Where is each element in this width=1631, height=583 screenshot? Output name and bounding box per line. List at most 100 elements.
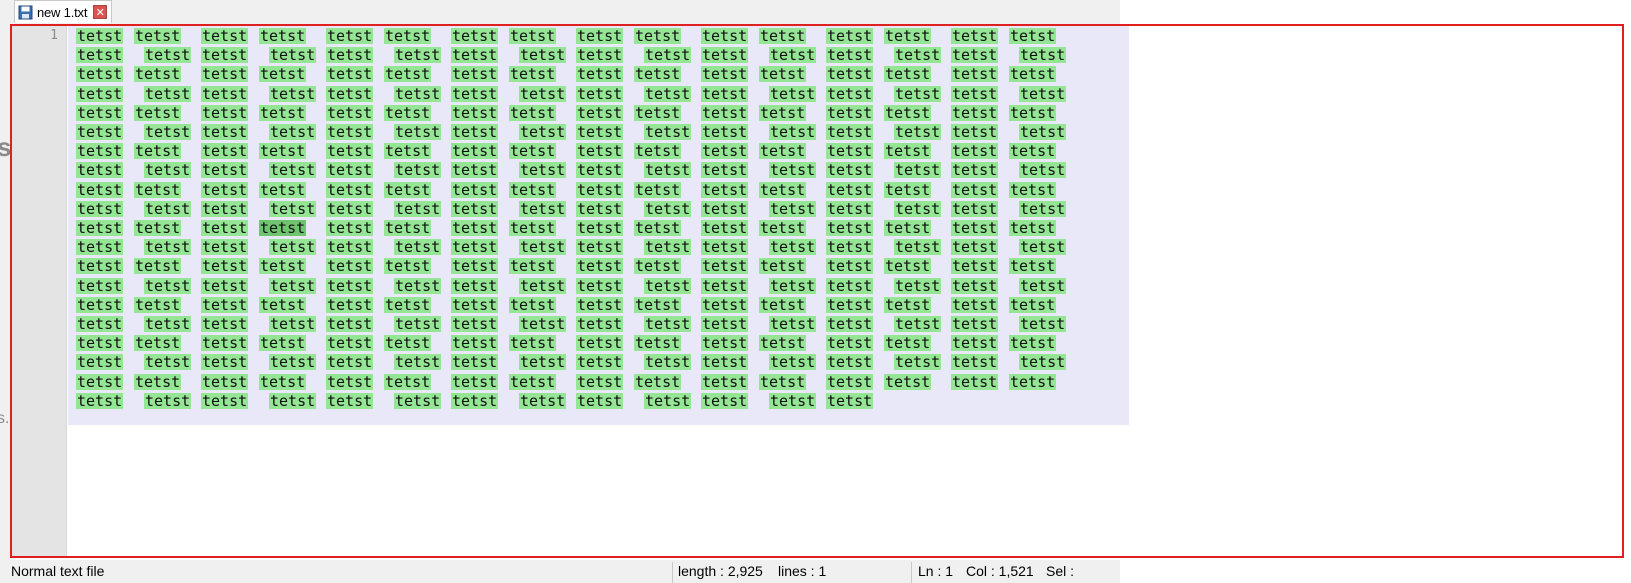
highlighted-word: tetst	[894, 238, 942, 257]
highlighted-word: tetst	[326, 142, 374, 161]
highlighted-word: tetst	[326, 334, 374, 353]
highlighted-word: tetst	[384, 372, 432, 391]
tab-title: new 1.txt	[37, 4, 88, 20]
highlighted-word: tetst	[701, 334, 749, 353]
highlighted-word: tetst	[826, 65, 874, 84]
selected-text-area[interactable]: tetst tetst tetst tetst tetst tetst tetst tetst…	[68, 25, 1129, 425]
highlighted-word: tetst	[144, 238, 192, 257]
highlighted-word: tetst	[644, 391, 692, 410]
highlighted-word: tetst	[259, 142, 307, 161]
highlighted-word: tetst	[759, 372, 807, 391]
highlighted-word: tetst	[1009, 103, 1057, 122]
highlighted-word: tetst	[326, 276, 374, 295]
highlighted-word: tetst	[894, 161, 942, 180]
highlighted-word: tetst	[576, 372, 624, 391]
highlighted-word: tetst	[1009, 372, 1057, 391]
highlighted-word: tetst	[326, 391, 374, 410]
highlighted-word: tetst	[134, 219, 182, 237]
highlighted-word: tetst	[451, 391, 499, 410]
highlighted-word: tetst	[1009, 219, 1057, 237]
status-divider	[911, 562, 912, 583]
highlighted-word: tetst	[701, 161, 749, 180]
highlighted-word: tetst	[519, 276, 567, 295]
highlighted-word: tetst	[394, 315, 442, 333]
highlighted-word: tetst	[634, 372, 682, 391]
highlighted-word: tetst	[509, 295, 557, 314]
highlighted-word: tetst	[769, 46, 817, 65]
highlighted-word: tetst	[201, 295, 249, 314]
highlighted-word: tetst	[384, 142, 432, 161]
highlighted-word: tetst	[509, 180, 557, 199]
highlighted-word: tetst	[701, 27, 749, 45]
highlighted-word: tetst	[951, 123, 999, 141]
highlighted-word: tetst	[201, 238, 249, 257]
highlighted-word: tetst	[826, 123, 874, 141]
background-window-edge: s i s.	[0, 0, 10, 583]
highlighted-word: tetst	[894, 276, 942, 295]
highlighted-word: tetst	[884, 334, 932, 353]
highlighted-word: tetst	[144, 84, 192, 103]
highlighted-word: tetst	[451, 257, 499, 276]
highlighted-word: tetst	[644, 199, 692, 218]
highlighted-word: tetst	[326, 27, 374, 45]
highlighted-word: tetst	[759, 334, 807, 353]
highlighted-word: tetst	[576, 295, 624, 314]
highlighted-word: tetst	[201, 161, 249, 180]
highlighted-word: tetst	[451, 238, 499, 257]
highlighted-word: tetst	[326, 257, 374, 276]
highlighted-word: tetst	[394, 84, 442, 103]
highlighted-word: tetst	[201, 103, 249, 122]
highlighted-word: tetst	[259, 257, 307, 276]
highlighted-word: tetst	[519, 391, 567, 410]
highlighted-word: tetst	[759, 65, 807, 84]
highlighted-word: tetst	[769, 276, 817, 295]
highlighted-word: tetst	[894, 315, 942, 333]
highlighted-word: tetst	[951, 46, 999, 65]
line-number-gutter[interactable]: 1	[11, 25, 67, 558]
highlighted-word: tetst	[826, 199, 874, 218]
highlighted-word: tetst	[701, 84, 749, 103]
status-lines: lines : 1	[778, 563, 827, 579]
highlighted-word: tetst	[826, 372, 874, 391]
highlighted-word: tetst	[201, 84, 249, 103]
highlighted-word: tetst	[76, 65, 124, 84]
highlighted-word: tetst	[269, 84, 317, 103]
tab-new-1[interactable]: new 1.txt ✕	[14, 0, 112, 23]
highlighted-word: tetst	[769, 238, 817, 257]
highlighted-word: tetst	[951, 142, 999, 161]
background-text: s.	[0, 410, 10, 427]
highlighted-word: tetst	[451, 199, 499, 218]
status-file-type: Normal text file	[11, 563, 105, 579]
highlighted-word: tetst	[384, 180, 432, 199]
highlighted-word: tetst	[951, 372, 999, 391]
highlighted-word: tetst	[951, 238, 999, 257]
highlighted-word: tetst	[451, 334, 499, 353]
highlighted-word: tetst	[1019, 238, 1067, 257]
highlighted-word: tetst	[769, 199, 817, 218]
highlighted-word: tetst	[201, 123, 249, 141]
highlighted-word: tetst	[644, 238, 692, 257]
highlighted-word: tetst	[451, 180, 499, 199]
highlighted-word: tetst	[769, 353, 817, 372]
highlighted-word: tetst	[1019, 199, 1067, 218]
highlighted-word: tetst	[644, 276, 692, 295]
highlighted-word: tetst	[144, 46, 192, 65]
highlighted-word: tetst	[76, 219, 124, 237]
highlighted-word: tetst	[519, 199, 567, 218]
highlighted-word: tetst	[701, 199, 749, 218]
highlighted-word: tetst	[576, 315, 624, 333]
editor-pane[interactable]: 1 tetst tetst tetst tetst tetst tetst tetst tet…	[11, 25, 1623, 558]
highlighted-word: tetst	[701, 65, 749, 84]
status-line-number: Ln : 1	[918, 563, 954, 579]
close-icon[interactable]: ✕	[93, 5, 108, 19]
highlighted-word: tetst	[576, 84, 624, 103]
background-text: s	[0, 132, 10, 162]
highlighted-word: tetst	[576, 199, 624, 218]
highlighted-word: tetst	[509, 257, 557, 276]
highlighted-word: tetst	[76, 46, 124, 65]
highlighted-word: tetst	[326, 372, 374, 391]
highlighted-word: tetst	[451, 161, 499, 180]
highlighted-word: tetst	[326, 295, 374, 314]
highlighted-word: tetst	[951, 334, 999, 353]
highlighted-word: tetst	[451, 103, 499, 122]
